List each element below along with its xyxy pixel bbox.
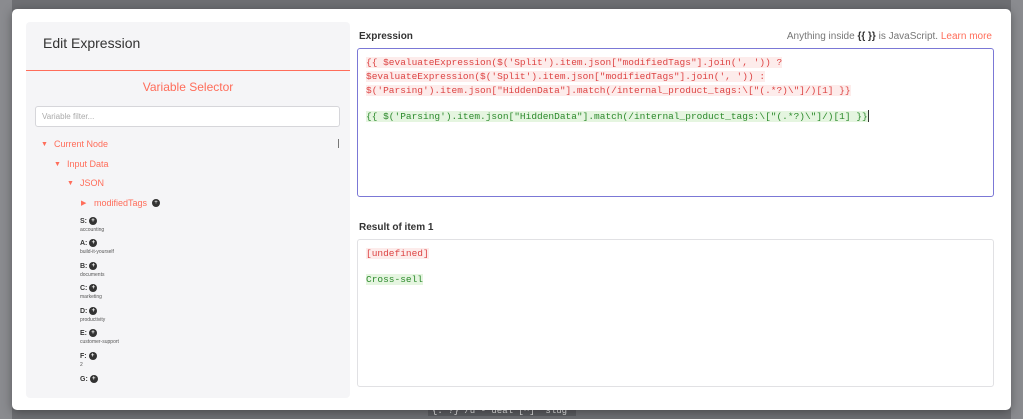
leaf-key-label: D: <box>80 307 88 315</box>
plus-icon[interactable]: + <box>89 307 98 315</box>
variable-selector-label: Variable Selector <box>142 80 234 94</box>
modal-title: Edit Expression <box>43 35 141 51</box>
variable-filter-input[interactable] <box>35 106 340 127</box>
leaf-key[interactable]: C: + <box>80 284 98 292</box>
result-value: Cross-sell <box>366 274 424 285</box>
leaf-key[interactable]: G: + <box>80 375 98 383</box>
leaf-value: marketing <box>80 294 102 300</box>
result-value: [undefined] <box>366 248 429 259</box>
expression-line: {{ $('Parsing').item.json["HiddenData"].… <box>366 111 868 122</box>
tree-node-modified-tags[interactable]: ▶ modifiedTags + <box>81 198 161 208</box>
tree-node-label: modifiedTags <box>94 198 148 208</box>
leaf-key[interactable]: S: + <box>80 217 97 225</box>
leaf-key[interactable]: A: + <box>80 239 98 247</box>
plus-icon[interactable]: + <box>89 239 98 247</box>
leaf-value: 2 <box>80 362 83 368</box>
tree-node-label: Input Data <box>67 159 109 169</box>
result-panel: [undefined] Cross-sell <box>357 239 994 387</box>
chevron-right-icon: ▶ <box>81 200 87 207</box>
variable-selector-tab[interactable]: Variable Selector <box>26 70 350 100</box>
leaf-value: accounting <box>80 227 105 233</box>
leaf-key-label: C: <box>80 284 88 292</box>
leaf-key-label: E: <box>80 329 87 337</box>
plus-icon[interactable]: + <box>89 284 98 292</box>
leaf-value: customer-support <box>80 339 119 345</box>
expression-line: {{ $evaluateExpression($('Split').item.j… <box>366 57 783 68</box>
plus-icon[interactable]: + <box>88 352 97 360</box>
tree-node-label: JSON <box>80 178 105 188</box>
plus-icon[interactable]: + <box>89 375 98 383</box>
leaf-key-label: S: <box>80 217 87 225</box>
leaf-key[interactable]: B: + <box>80 262 98 270</box>
tree-node-current-node[interactable]: ▼ Current Node <box>41 139 108 149</box>
tree-node-json[interactable]: ▼ JSON <box>67 178 104 188</box>
chevron-down-icon: ▼ <box>67 179 74 187</box>
background-left-strip <box>0 0 12 419</box>
hint-suffix: is JavaScript. <box>875 31 939 42</box>
leaf-key[interactable]: F: + <box>80 352 97 360</box>
result-label: Result of item 1 <box>359 222 434 233</box>
plus-icon[interactable]: + <box>89 329 97 337</box>
variable-panel: Edit Expression Variable Selector ▼ Curr… <box>26 22 350 398</box>
plus-icon[interactable]: + <box>152 199 161 207</box>
plus-icon[interactable]: + <box>89 217 97 225</box>
leaf-key[interactable]: D: + <box>80 307 98 315</box>
tree-node-label: Current Node <box>54 139 109 149</box>
chevron-down-icon: ▼ <box>54 160 61 168</box>
chevron-down-icon: ▼ <box>41 140 48 148</box>
background-right-strip <box>1011 0 1023 419</box>
hint-prefix: Anything inside <box>786 31 858 42</box>
expression-editor[interactable]: {{ $evaluateExpression($('Split').item.j… <box>357 48 994 197</box>
expression-line: $evaluateExpression($('Split').item.json… <box>366 71 766 82</box>
plus-icon[interactable]: + <box>89 262 98 270</box>
expression-hint: Anything inside {{ }} is JavaScript. Lea… <box>787 31 992 42</box>
expression-label: Expression <box>359 31 413 42</box>
text-cursor <box>867 110 869 123</box>
leaf-key[interactable]: E: + <box>80 329 97 337</box>
leaf-value: productivity <box>80 317 106 323</box>
leaf-key-label: B: <box>80 262 88 270</box>
learn-more-link[interactable]: Learn more <box>941 31 992 42</box>
tree-scroll-indicator <box>338 139 339 148</box>
leaf-key-label: G: <box>80 375 88 383</box>
leaf-key-label: F: <box>80 352 87 360</box>
leaf-value: build-it-yourself <box>80 249 114 255</box>
leaf-value: documents <box>80 272 105 278</box>
hint-braces: {{ }} <box>857 31 876 42</box>
tree-node-input-data[interactable]: ▼ Input Data <box>54 159 109 169</box>
edit-expression-modal: Edit Expression Variable Selector ▼ Curr… <box>12 9 1011 410</box>
expression-line: $('Parsing').item.json["HiddenData"].mat… <box>366 85 851 96</box>
leaf-key-label: A: <box>80 239 88 247</box>
